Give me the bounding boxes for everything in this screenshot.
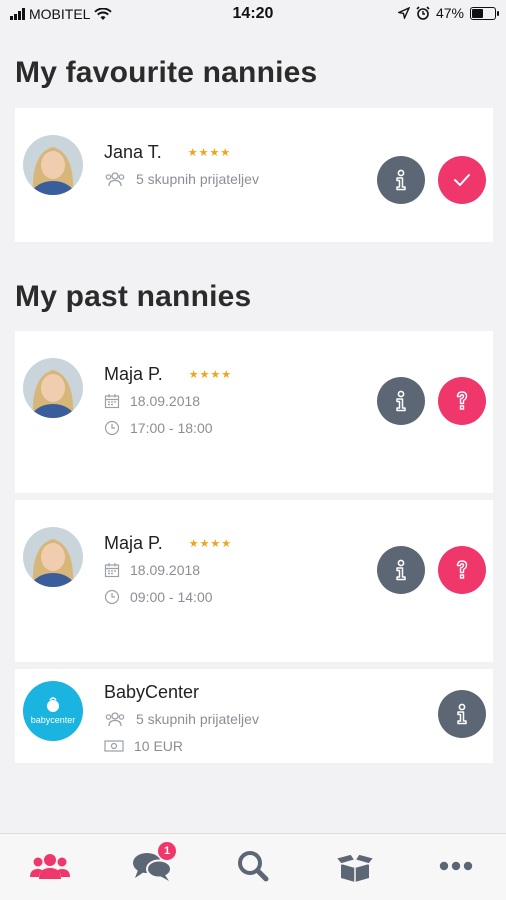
box-icon [335,853,375,882]
logo-text: babycenter [30,715,76,725]
tab-bar: 1 [0,833,506,900]
status-bar: MOBITEL 14:20 47% [0,0,506,30]
avatar [23,135,83,195]
tab-nannies[interactable] [28,846,72,886]
tab-search[interactable] [231,846,275,886]
info-icon [396,390,406,412]
nanny-card[interactable]: Jana T. ★★★★ 5 skupnih prijateljev [15,108,493,242]
nanny-card[interactable]: Maja P. ★★★★ 18.09.2018 09:00 - 14:00 [15,500,493,662]
booking-time: 17:00 - 18:00 [130,420,213,436]
tab-messages[interactable]: 1 [130,842,176,886]
battery-percent: 47% [435,5,464,21]
location-arrow-icon [397,7,410,19]
info-button[interactable] [377,377,425,425]
rating-stars: ★★★★ [188,538,233,550]
info-icon [457,703,467,725]
mutual-friends: 5 skupnih prijateljev [136,711,259,727]
nanny-name: Jana T. [104,142,162,162]
avatar [23,527,83,587]
money-icon [104,740,124,752]
price: 10 EUR [134,738,184,754]
babycenter-logo: babycenter [23,681,83,741]
question-icon [456,560,468,579]
tab-box[interactable] [333,846,377,886]
more-icon [439,861,473,871]
info-button[interactable] [377,156,425,204]
avatar [23,358,83,418]
info-button[interactable] [377,546,425,594]
calendar-icon [104,563,120,578]
booking-date: 18.09.2018 [130,562,201,578]
info-button[interactable] [438,690,486,738]
question-button[interactable] [438,377,486,425]
info-icon [396,169,406,191]
status-right: 47% [397,5,499,21]
booking-time: 09:00 - 14:00 [130,589,213,605]
clock-icon [104,589,120,605]
question-icon [456,391,468,410]
booking-date: 18.09.2018 [130,393,201,409]
past-title: My past nannies [15,280,252,313]
rating-stars: ★★★★ [187,147,232,159]
search-icon [238,851,269,882]
people-icon [30,854,70,879]
nanny-card[interactable]: Maja P. ★★★★ 18.09.2018 17:00 - 18:00 [15,331,493,493]
provider-card[interactable]: babycenter BabyCenter 5 skupnih prijatel… [15,669,493,763]
tab-more[interactable] [434,846,478,886]
baby-icon [47,697,59,712]
calendar-icon [104,394,120,409]
nanny-name: Maja P. [104,533,163,553]
notification-badge: 1 [158,842,176,860]
select-button[interactable] [438,156,486,204]
friends-icon [105,172,125,187]
provider-name: BabyCenter [104,682,200,702]
friends-icon [105,712,125,727]
battery-icon [470,6,499,20]
info-icon [396,559,406,581]
alarm-icon [416,6,430,20]
nanny-name: Maja P. [104,364,163,384]
mutual-friends: 5 skupnih prijateljev [136,171,259,187]
favourites-title: My favourite nannies [15,56,318,89]
clock-icon [104,420,120,436]
rating-stars: ★★★★ [188,369,233,381]
check-icon [454,174,470,186]
question-button[interactable] [438,546,486,594]
